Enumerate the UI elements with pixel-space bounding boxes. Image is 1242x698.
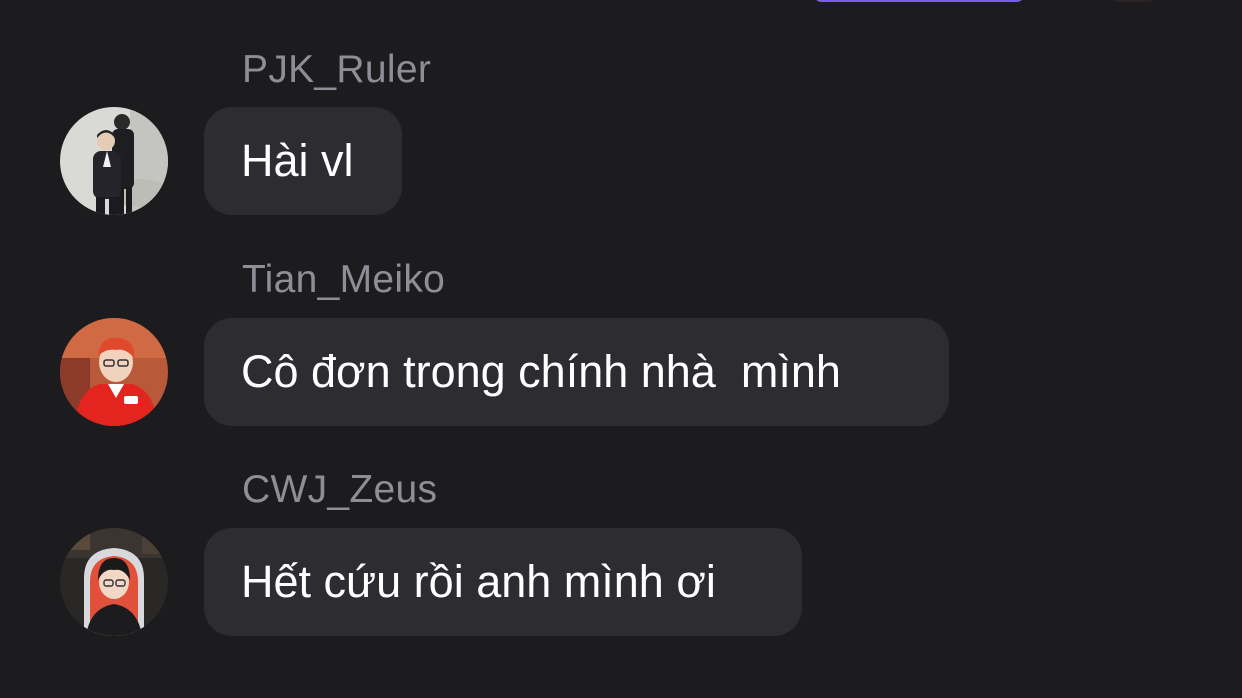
avatar-photo-gaming-chair-icon (60, 528, 168, 636)
avatar[interactable] (60, 107, 168, 215)
message-bubble[interactable]: Hết cứu rồi anh mình ơi (204, 528, 802, 636)
avatar[interactable] (60, 318, 168, 426)
sender-name[interactable]: CWJ_Zeus (242, 468, 437, 512)
message-bubble[interactable]: Cô đơn trong chính nhà mình (204, 318, 949, 426)
chat-screen: PJK_Ruler Hài vl Tian_Meiko Cô đơn trong… (0, 0, 1242, 698)
sender-name[interactable]: PJK_Ruler (242, 48, 431, 92)
avatar[interactable] (60, 528, 168, 636)
top-indicator (1112, 0, 1154, 2)
message-bubble[interactable]: Hài vl (204, 107, 402, 215)
avatar-photo-two-men-suits-icon (60, 107, 168, 215)
avatar-photo-red-jersey-icon (60, 318, 168, 426)
top-reaction-pill[interactable] (812, 0, 1026, 2)
sender-name[interactable]: Tian_Meiko (242, 258, 445, 302)
